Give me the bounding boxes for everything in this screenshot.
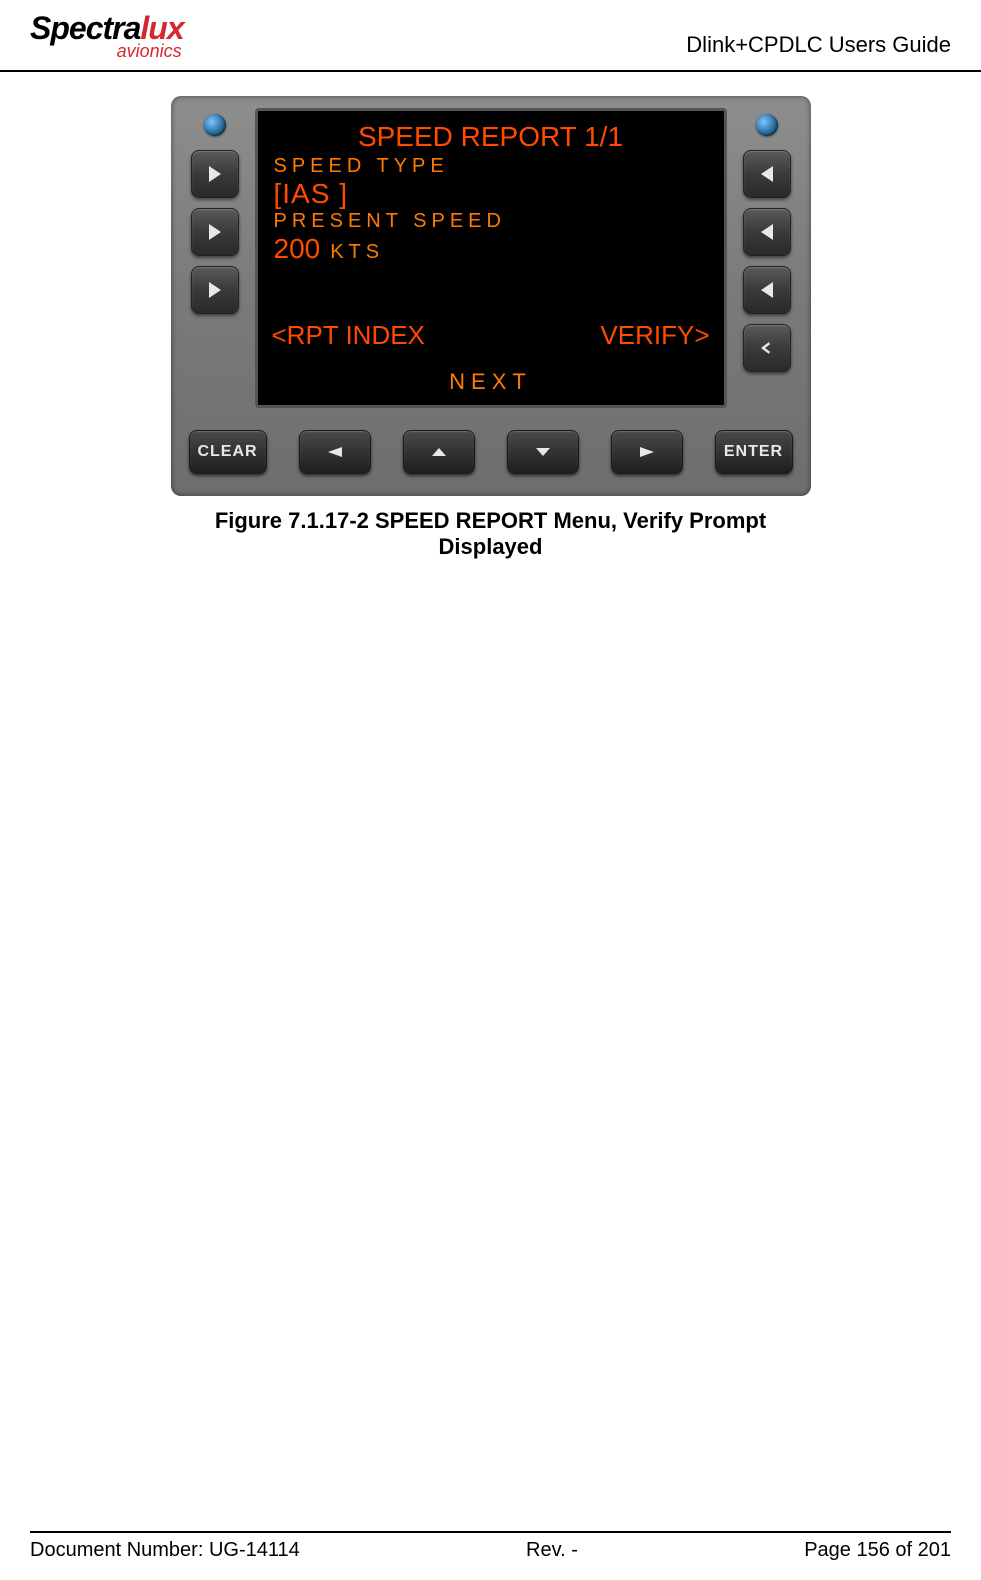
- down-arrow-button[interactable]: [507, 430, 579, 474]
- speed-type-label: SPEED TYPE: [274, 155, 710, 178]
- screw-icon: [756, 114, 778, 136]
- lsk-r3-button[interactable]: [743, 266, 791, 314]
- left-arrow-button[interactable]: [299, 430, 371, 474]
- screen-title: SPEED REPORT 1/1: [272, 121, 710, 153]
- next-label: NEXT: [272, 369, 710, 395]
- page-footer: Document Number: UG-14114 Rev. - Page 15…: [30, 1531, 951, 1562]
- spacer: [272, 265, 710, 314]
- present-speed-unit: KTS: [330, 241, 384, 264]
- screw-icon: [204, 114, 226, 136]
- bottom-button-row: CLEAR ENTER: [185, 422, 797, 482]
- verify-label: VERIFY>: [600, 320, 709, 351]
- up-arrow-button[interactable]: [403, 430, 475, 474]
- figure-caption: Figure 7.1.17-2 SPEED REPORT Menu, Verif…: [171, 508, 811, 560]
- rpt-index-label: <RPT INDEX: [272, 320, 425, 351]
- triangle-left-icon: [759, 280, 775, 300]
- triangle-up-icon: [428, 445, 450, 459]
- lsk-r1-button[interactable]: [743, 150, 791, 198]
- device-bezel: SPEED REPORT 1/1 SPEED TYPE [IAS ] PRESE…: [171, 96, 811, 496]
- triangle-right-icon: [636, 445, 658, 459]
- chevron-left-icon: [759, 338, 775, 358]
- speed-type-value: [IAS ]: [274, 178, 710, 210]
- lsk-l1-button[interactable]: [191, 150, 239, 198]
- page-header: Spectralux avionics Dlink+CPDLC Users Gu…: [0, 0, 981, 72]
- triangle-left-icon: [759, 222, 775, 242]
- lsk-l3-button[interactable]: [191, 266, 239, 314]
- triangle-right-icon: [207, 222, 223, 242]
- clear-button-label: CLEAR: [197, 443, 257, 461]
- lsk-r4-button[interactable]: [743, 324, 791, 372]
- footer-doc-number: Document Number: UG-14114: [30, 1539, 300, 1562]
- footer-rev: Rev. -: [526, 1539, 578, 1562]
- triangle-left-icon: [759, 164, 775, 184]
- present-speed-value: 200: [274, 233, 321, 265]
- triangle-right-icon: [207, 280, 223, 300]
- right-button-column: [737, 108, 797, 408]
- present-speed-row: 200 KTS: [274, 233, 710, 265]
- enter-button[interactable]: ENTER: [715, 430, 793, 474]
- logo: Spectralux avionics: [30, 10, 184, 62]
- logo-subtitle: avionics: [117, 41, 182, 62]
- enter-button-label: ENTER: [724, 443, 783, 461]
- present-speed-label: PRESENT SPEED: [274, 210, 710, 233]
- triangle-left-icon: [324, 445, 346, 459]
- footer-page: Page 156 of 201: [804, 1539, 951, 1562]
- action-row: <RPT INDEX VERIFY>: [272, 320, 710, 351]
- clear-button[interactable]: CLEAR: [189, 430, 267, 474]
- left-button-column: [185, 108, 245, 408]
- device-container: SPEED REPORT 1/1 SPEED TYPE [IAS ] PRESE…: [171, 96, 811, 560]
- display-screen: SPEED REPORT 1/1 SPEED TYPE [IAS ] PRESE…: [255, 108, 727, 408]
- lsk-l2-button[interactable]: [191, 208, 239, 256]
- triangle-right-icon: [207, 164, 223, 184]
- header-title: Dlink+CPDLC Users Guide: [686, 32, 951, 58]
- lsk-r2-button[interactable]: [743, 208, 791, 256]
- device-top-row: SPEED REPORT 1/1 SPEED TYPE [IAS ] PRESE…: [185, 108, 797, 408]
- right-arrow-button[interactable]: [611, 430, 683, 474]
- triangle-down-icon: [532, 445, 554, 459]
